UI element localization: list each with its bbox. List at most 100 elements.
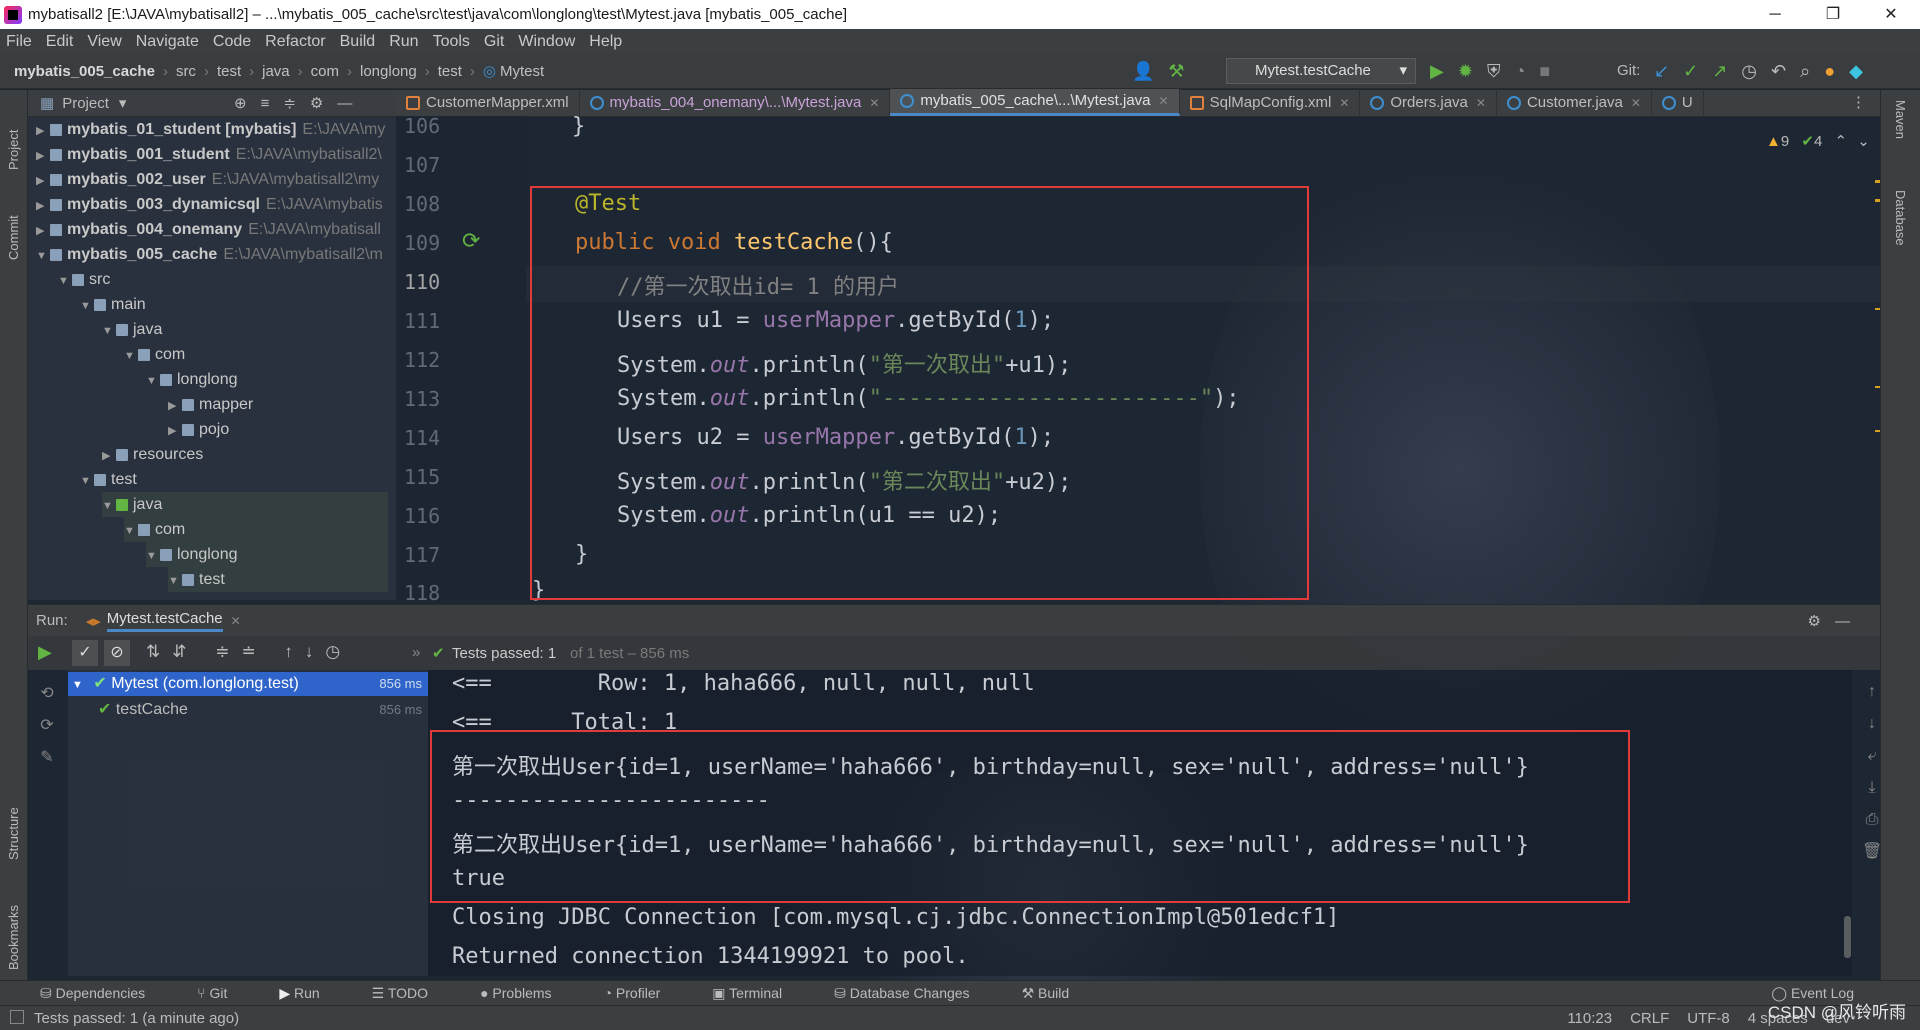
structure-tool-tab[interactable]: Structure [6,770,21,860]
tree-item[interactable]: ▶ pojo [168,417,229,442]
git-update-icon[interactable]: ↙ [1654,61,1669,82]
tab-dependencies[interactable]: ⛁ Dependencies [40,985,171,1002]
tab-database-changes[interactable]: ⛁ Database Changes [834,985,996,1002]
breadcrumb-com[interactable]: com [311,63,339,80]
tree-item[interactable]: ▼ longlong [146,542,388,567]
breadcrumb-src[interactable]: src [176,63,196,80]
tree-item[interactable]: ▶ mybatis_002_user E:\JAVA\mybatisall2\my [36,167,379,192]
tab-profiler[interactable]: ◔ Profiler [604,985,687,1001]
breadcrumb-longlong[interactable]: longlong [360,63,417,80]
tab-customer[interactable]: Customer.java ✕ [1497,89,1652,116]
toggle-tool-windows-icon[interactable] [10,1010,24,1024]
tree-item[interactable]: ▼ src [58,267,110,292]
breadcrumb-test[interactable]: test [217,63,241,80]
tree-item[interactable]: ▼ java [102,317,162,342]
show-passed-icon[interactable]: ✓ [72,640,98,666]
tree-item[interactable]: ▶ mapper [168,392,253,417]
close-run-tab-icon[interactable]: ✕ [231,614,241,628]
menu-build[interactable]: Build [340,33,376,51]
close-tab-icon[interactable]: ✕ [1476,90,1486,116]
sort-icons[interactable]: ⇅⇵ ≑≐ ↑↓◷ [146,642,352,662]
rerun-icon[interactable]: ▶ [38,642,52,663]
breadcrumb-project[interactable]: mybatis_005_cache [14,63,155,80]
test-suite-row[interactable]: ▼ ✔ Mytest (com.longlong.test) 856 ms [68,672,428,696]
console-side-icons[interactable]: ↑ ↓ ⤶ ⤓ ⎙ 🗑 [1862,676,1882,868]
user-icon[interactable]: 👤 [1132,61,1154,82]
menu-tools[interactable]: Tools [433,33,470,51]
tree-item[interactable]: ▶ mybatis_001_student E:\JAVA\mybatisall2\ [36,142,382,167]
tab-u[interactable]: U [1652,89,1704,116]
tree-item[interactable]: ▼ test [168,567,388,592]
menu-edit[interactable]: Edit [46,33,74,51]
tree-item[interactable]: ▼ main [80,292,146,317]
project-panel-title[interactable]: Project [62,95,109,112]
maven-tool-tab[interactable]: Maven [1893,100,1908,160]
restore-icon[interactable]: ❐ [1804,0,1862,29]
breadcrumb-java[interactable]: java [262,63,290,80]
tree-item[interactable]: ▶ mybatis_01_student [mybatis] E:\JAVA\my [36,117,385,142]
tab-git[interactable]: ⑂ Git [197,985,253,1001]
caret-position[interactable]: 110:23 [1567,1010,1612,1027]
tab-build[interactable]: ⚒ Build [1022,985,1096,1002]
tab-orders[interactable]: Orders.java ✕ [1360,89,1497,116]
bookmarks-tool-tab[interactable]: Bookmarks [6,870,21,970]
database-tool-tab[interactable]: Database [1893,190,1908,270]
breadcrumb-test-pkg[interactable]: test [438,63,462,80]
tree-item[interactable]: ▶ resources [102,442,203,467]
commit-tool-tab[interactable]: Commit [6,190,21,260]
tree-item[interactable]: ▶ mybatis_004_onemany E:\JAVA\mybatisall [36,217,381,242]
stop-icon[interactable]: ■ [1539,61,1550,82]
tab-customer-mapper[interactable]: CustomerMapper.xml [396,89,580,116]
close-tab-icon[interactable]: ✕ [1631,90,1641,116]
tree-item[interactable]: ▼ mybatis_005_cache E:\JAVA\mybatisall2\m [36,242,383,267]
debug-icon[interactable]: ✹ [1458,61,1473,82]
test-case-row[interactable]: ✔ testCache 856 ms [68,698,428,722]
tabs-menu-icon[interactable]: ⋮ [1851,90,1866,116]
tab-mytest-005[interactable]: mybatis_005_cache\...\Mytest.java ✕ [890,88,1180,116]
close-tab-icon[interactable]: ✕ [1339,90,1349,116]
menu-navigate[interactable]: Navigate [136,33,199,51]
menu-run[interactable]: Run [389,33,418,51]
expand-more-icon[interactable]: » [412,644,420,661]
run-panel-actions[interactable]: ⚙— [1808,612,1864,630]
project-tool-tab[interactable]: Project [6,100,21,170]
tab-todo[interactable]: ☰ TODO [372,985,454,1002]
run-test-gutter-icon[interactable]: ⟳ [462,228,490,256]
minimize-icon[interactable]: ─ [1746,0,1804,29]
chevron-up-icon[interactable]: ⌃ [1834,133,1847,150]
run-side-icons[interactable]: ⟲ ⟳ ✎ [32,678,62,774]
tab-mytest-004[interactable]: mybatis_004_onemany\...\Mytest.java ✕ [580,89,891,116]
tree-item[interactable]: ▼ com [124,517,388,542]
profile-icon[interactable]: ◔ [1514,61,1525,82]
inspection-widget[interactable]: ▲9 ✔4 ⌃ ⌄ [1766,132,1870,150]
chevron-down-icon[interactable]: ⌄ [1857,133,1870,150]
run-config-select[interactable]: Mytest.testCache ▾ [1226,58,1416,84]
tab-terminal[interactable]: ▣ Terminal [712,985,808,1002]
run-icon[interactable]: ▶ [1430,61,1444,82]
git-commit-icon[interactable]: ✓ [1683,61,1698,82]
menu-code[interactable]: Code [213,33,251,51]
git-push-icon[interactable]: ↗ [1712,61,1727,82]
tree-item[interactable]: ▼ longlong [146,367,238,392]
menu-view[interactable]: View [87,33,121,51]
tree-item[interactable]: ▼ test [80,467,137,492]
tree-item[interactable]: ▼ java [102,492,388,517]
file-encoding[interactable]: UTF-8 [1687,1010,1730,1027]
coverage-icon[interactable]: ⛨ [1487,61,1501,82]
tree-item[interactable]: ▼ com [124,342,185,367]
menu-git[interactable]: Git [484,33,504,51]
toolbox-icon[interactable]: ◆ [1849,61,1863,82]
tab-sqlmapconfig[interactable]: SqlMapConfig.xml ✕ [1180,89,1361,116]
menu-help[interactable]: Help [589,33,622,51]
search-icon[interactable]: ⌕ [1800,61,1810,82]
menu-window[interactable]: Window [518,33,575,51]
menu-refactor[interactable]: Refactor [265,33,325,51]
breadcrumb-class[interactable]: Mytest [500,63,544,80]
menu-file[interactable]: File [6,33,32,51]
line-separator[interactable]: CRLF [1630,1010,1669,1027]
tree-item[interactable]: ▶ mybatis_003_dynamicsql E:\JAVA\mybatis [36,192,383,217]
chevron-down-icon[interactable]: ▾ [119,94,127,112]
update-icon[interactable]: ● [1824,61,1835,82]
run-tab[interactable]: Mytest.testCache [106,610,223,632]
close-tab-icon[interactable]: ✕ [1159,88,1169,114]
